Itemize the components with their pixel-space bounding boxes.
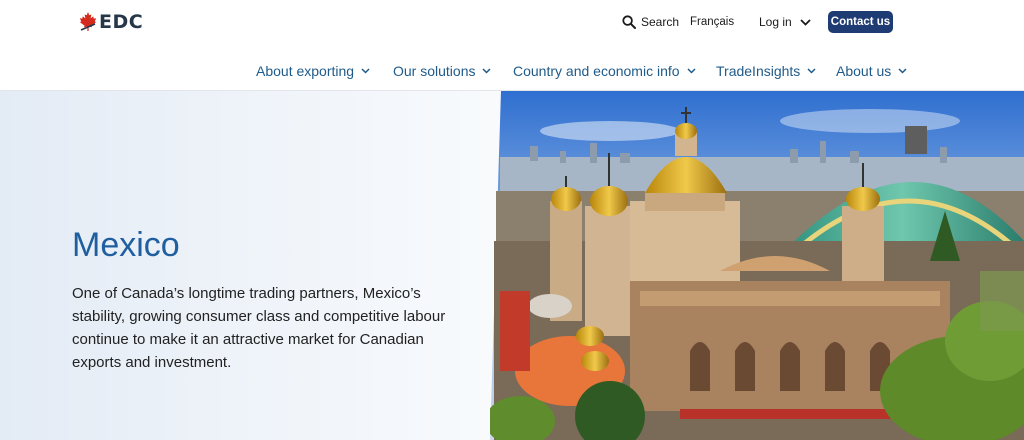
search-label: Search <box>641 15 680 29</box>
hero-text-panel: Mexico One of Canada’s longtime trading … <box>0 91 520 440</box>
contact-us-button[interactable]: Contact us <box>828 11 893 33</box>
nav-label: Country and economic info <box>513 63 680 79</box>
nav-label: TradeInsights <box>716 63 801 79</box>
chevron-down-icon <box>800 18 811 26</box>
page-title: Mexico <box>72 226 180 264</box>
maple-leaf-icon <box>79 12 97 31</box>
hero-image <box>490 91 1024 440</box>
chevron-down-icon <box>361 68 370 74</box>
chevron-down-icon <box>482 68 492 74</box>
login-label: Log in <box>759 15 792 29</box>
nav-country-economic-info[interactable]: Country and economic info <box>513 58 696 84</box>
chevron-down-icon <box>807 68 816 74</box>
main-nav: About exporting Our solutions Country an… <box>0 58 1024 84</box>
nav-label: About us <box>836 63 892 79</box>
nav-about-exporting[interactable]: About exporting <box>256 58 370 84</box>
nav-about-us[interactable]: About us <box>836 58 907 84</box>
edc-logo[interactable]: EDC <box>79 10 143 34</box>
nav-label: About exporting <box>256 63 355 79</box>
chevron-down-icon <box>898 68 907 74</box>
search-icon <box>622 15 636 29</box>
language-toggle[interactable]: Français <box>690 11 734 33</box>
logo-text: EDC <box>99 11 144 33</box>
hero-section: Mexico One of Canada’s longtime trading … <box>0 91 1024 440</box>
nav-our-solutions[interactable]: Our solutions <box>393 58 492 84</box>
nav-tradeinsights[interactable]: TradeInsights <box>716 58 816 84</box>
login-menu[interactable]: Log in <box>759 11 811 33</box>
chevron-down-icon <box>687 68 696 74</box>
search-link[interactable]: Search <box>622 11 679 33</box>
nav-label: Our solutions <box>393 63 476 79</box>
hero-description: One of Canada’s longtime trading partner… <box>72 285 446 371</box>
